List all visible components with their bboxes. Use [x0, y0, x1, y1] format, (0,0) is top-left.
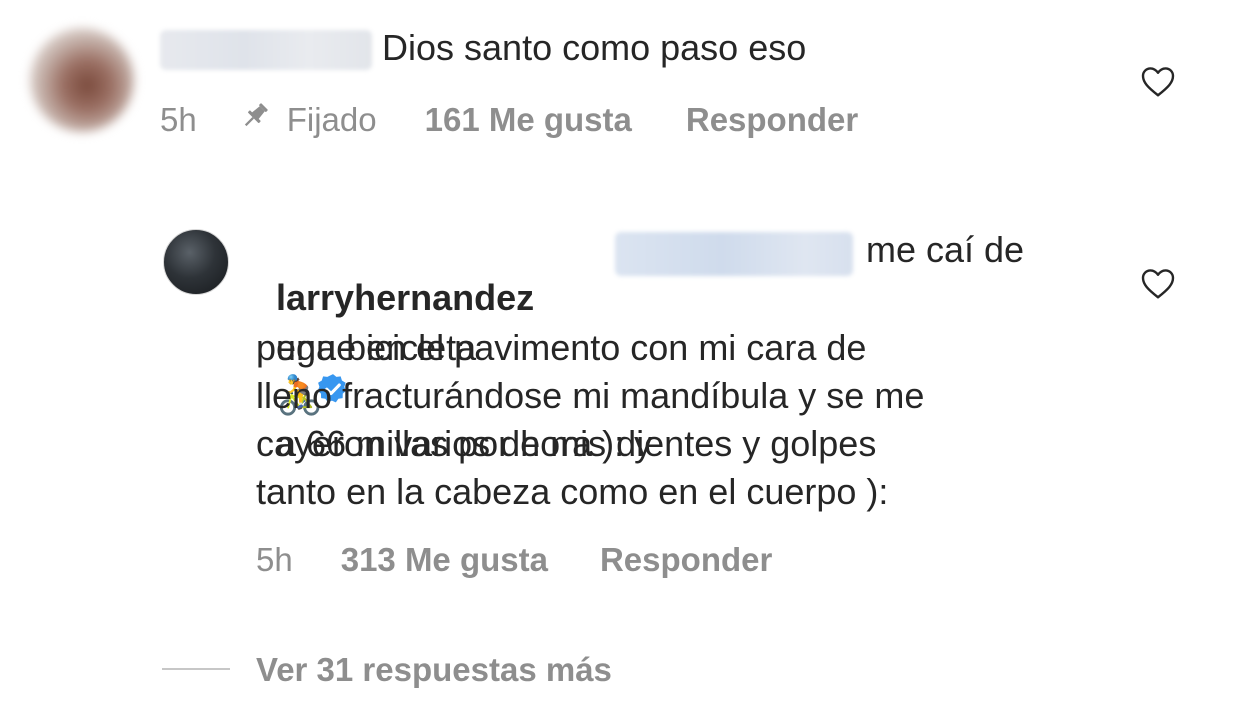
- comment-likes-link[interactable]: 161 Me gusta: [425, 101, 632, 139]
- comment-reply-button[interactable]: Responder: [686, 101, 858, 139]
- reply-avatar[interactable]: [163, 229, 229, 295]
- reply-meta: 5h 313 Me gusta Responder: [256, 540, 772, 580]
- reply-line-4: lleno fracturándose mi mandíbula y se me: [256, 375, 925, 416]
- reply-line-1-end: me caí de: [866, 229, 1025, 270]
- reply-likes-link[interactable]: 313 Me gusta: [341, 541, 548, 579]
- comment-time: 5h: [160, 101, 197, 138]
- comment-meta: 5h Fijado 161 Me gusta Responder: [160, 100, 858, 140]
- comment-text: Dios santo como paso eso: [382, 27, 807, 68]
- view-more-replies-button[interactable]: Ver 31 respuestas más: [256, 650, 612, 690]
- reply-line-5: cayeron varios de mis dientes y golpes: [256, 423, 877, 464]
- view-more-replies-label[interactable]: Ver 31 respuestas más: [256, 651, 612, 689]
- pin-icon: [237, 99, 273, 141]
- commenter-username-blurred[interactable]: [160, 30, 372, 70]
- mentioned-username-blurred[interactable]: [615, 232, 853, 276]
- reply-time: 5h: [256, 541, 293, 578]
- commenter-avatar[interactable]: [30, 28, 134, 132]
- like-heart-icon[interactable]: [1140, 64, 1176, 98]
- reply-line-6: tanto en la cabeza como en el cuerpo ):: [256, 471, 889, 512]
- reply-reply-button[interactable]: Responder: [600, 541, 772, 579]
- view-more-divider: [162, 668, 230, 670]
- pinned-label: Fijado: [286, 101, 377, 138]
- reply-line-3: pegue en el pavimento con mi cara de: [256, 327, 867, 368]
- reply-like-heart-icon[interactable]: [1140, 266, 1176, 300]
